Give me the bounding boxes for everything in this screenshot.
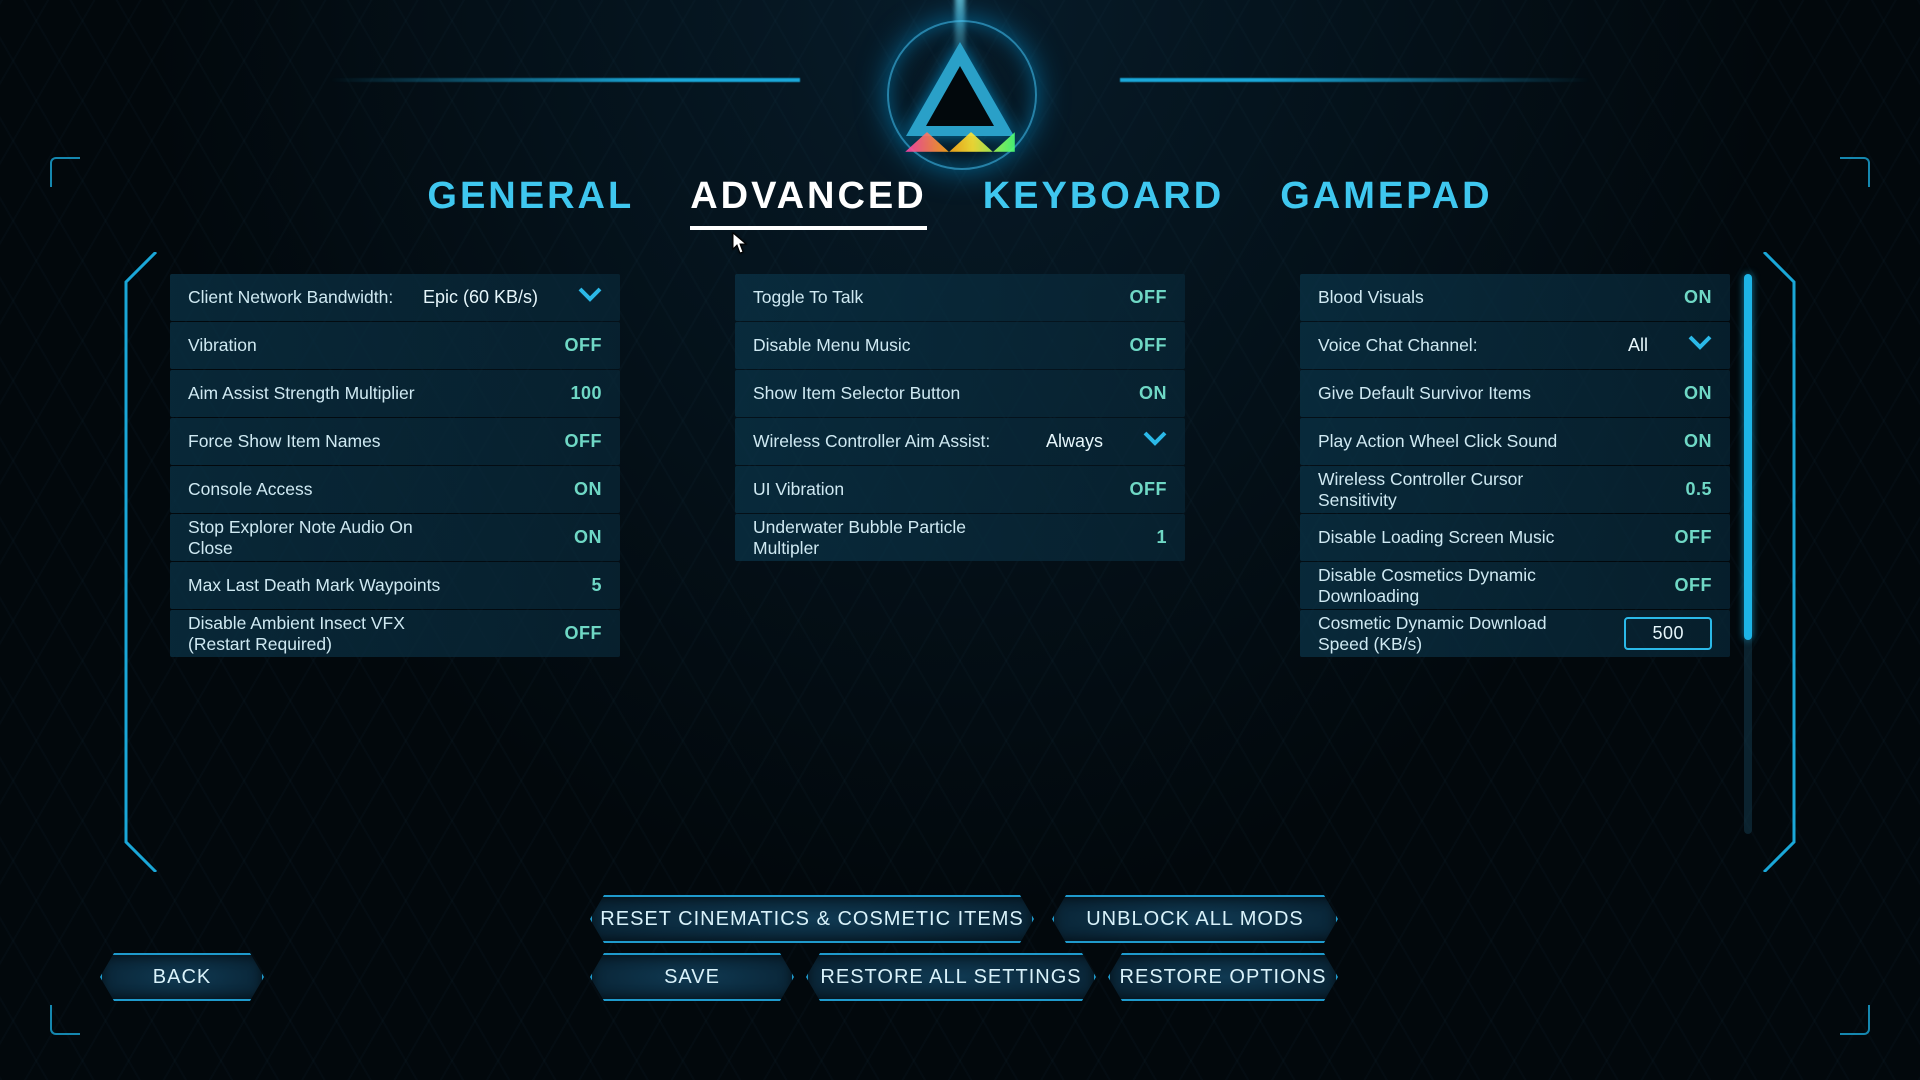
setting-wireless-aim-assist[interactable]: Wireless Controller Aim Assist: Always [735, 418, 1185, 465]
setting-value: 100 [570, 383, 602, 404]
setting-disable-menu-music[interactable]: Disable Menu Music OFF [735, 322, 1185, 369]
dropdown-value: Always [1046, 431, 1103, 452]
frame-bracket-left [116, 252, 176, 877]
setting-label: Play Action Wheel Click Sound [1318, 431, 1557, 451]
setting-value: OFF [1675, 575, 1713, 596]
settings-column-middle: Toggle To Talk OFF Disable Menu Music OF… [735, 274, 1185, 658]
dropdown-value: All [1628, 335, 1648, 356]
setting-value: OFF [565, 623, 603, 644]
setting-disable-loading-music[interactable]: Disable Loading Screen Music OFF [1300, 514, 1730, 561]
setting-value: ON [1684, 431, 1712, 452]
setting-label: Client Network Bandwidth: [188, 287, 393, 307]
setting-label: Toggle To Talk [753, 287, 863, 307]
setting-vibration[interactable]: Vibration OFF [170, 322, 620, 369]
settings-column-right: Blood Visuals ON Voice Chat Channel: All… [1300, 274, 1750, 658]
setting-label: Max Last Death Mark Waypoints [188, 575, 440, 595]
tab-general[interactable]: GENERAL [427, 175, 634, 230]
setting-bubble-multiplier[interactable]: Underwater Bubble Particle Multipler 1 [735, 514, 1185, 561]
setting-disable-insect-vfx[interactable]: Disable Ambient Insect VFX (Restart Requ… [170, 610, 620, 657]
setting-label: Console Access [188, 479, 313, 499]
setting-label: Disable Cosmetics Dynamic Downloading [1318, 565, 1562, 605]
setting-voice-chat-channel[interactable]: Voice Chat Channel: All [1300, 322, 1730, 369]
chevron-down-icon [578, 287, 602, 308]
setting-label: Disable Loading Screen Music [1318, 527, 1554, 547]
setting-disable-cosmetics-download[interactable]: Disable Cosmetics Dynamic Downloading OF… [1300, 562, 1730, 609]
chevron-down-icon [1143, 431, 1167, 452]
setting-label: Disable Ambient Insect VFX (Restart Requ… [188, 613, 445, 653]
setting-value: ON [574, 527, 602, 548]
chevron-down-icon [1688, 335, 1712, 356]
frame-corner-bl [50, 1005, 80, 1035]
setting-value: 0.5 [1685, 479, 1712, 500]
setting-value: ON [1684, 383, 1712, 404]
setting-client-bandwidth[interactable]: Client Network Bandwidth: Epic (60 KB/s) [170, 274, 620, 321]
setting-label: Give Default Survivor Items [1318, 383, 1531, 403]
frame-bracket-right [1744, 252, 1804, 877]
setting-label: Wireless Controller Cursor Sensitivity [1318, 469, 1562, 509]
setting-label: Force Show Item Names [188, 431, 381, 451]
setting-label: Blood Visuals [1318, 287, 1424, 307]
back-button[interactable]: BACK [100, 953, 264, 1001]
setting-label: Voice Chat Channel: [1318, 335, 1478, 355]
setting-value: OFF [1130, 479, 1168, 500]
setting-label: Show Item Selector Button [753, 383, 960, 403]
setting-toggle-to-talk[interactable]: Toggle To Talk OFF [735, 274, 1185, 321]
setting-action-wheel-click-sound[interactable]: Play Action Wheel Click Sound ON [1300, 418, 1730, 465]
setting-value: 5 [591, 575, 602, 596]
setting-label: Vibration [188, 335, 257, 355]
setting-value: OFF [565, 335, 603, 356]
setting-stop-explorer-note-audio[interactable]: Stop Explorer Note Audio On Close ON [170, 514, 620, 561]
settings-columns: Client Network Bandwidth: Epic (60 KB/s)… [170, 274, 1750, 658]
frame-corner-br [1840, 1005, 1870, 1035]
setting-value-input[interactable]: 500 [1624, 617, 1712, 650]
setting-max-death-waypoints[interactable]: Max Last Death Mark Waypoints 5 [170, 562, 620, 609]
restore-all-button[interactable]: RESTORE ALL SETTINGS [806, 953, 1096, 1001]
setting-label: UI Vibration [753, 479, 844, 499]
setting-value: OFF [565, 431, 603, 452]
header-accent-right [1120, 78, 1590, 82]
setting-value: ON [1139, 383, 1167, 404]
setting-label: Stop Explorer Note Audio On Close [188, 517, 445, 557]
mouse-cursor-icon [732, 232, 748, 254]
setting-force-show-item-names[interactable]: Force Show Item Names OFF [170, 418, 620, 465]
setting-label: Underwater Bubble Particle Multipler [753, 517, 1010, 557]
setting-show-item-selector[interactable]: Show Item Selector Button ON [735, 370, 1185, 417]
setting-wireless-cursor-sensitivity[interactable]: Wireless Controller Cursor Sensitivity 0… [1300, 466, 1730, 513]
setting-label: Cosmetic Dynamic Download Speed (KB/s) [1318, 613, 1562, 653]
tab-advanced[interactable]: ADVANCED [690, 175, 927, 230]
tab-keyboard[interactable]: KEYBOARD [983, 175, 1224, 230]
setting-console-access[interactable]: Console Access ON [170, 466, 620, 513]
setting-default-survivor-items[interactable]: Give Default Survivor Items ON [1300, 370, 1730, 417]
reset-cinematics-button[interactable]: RESET CINEMATICS & COSMETIC ITEMS [590, 895, 1034, 943]
setting-value: ON [574, 479, 602, 500]
setting-value: OFF [1130, 287, 1168, 308]
game-logo [875, 0, 1045, 160]
unblock-mods-button[interactable]: UNBLOCK ALL MODS [1052, 895, 1338, 943]
save-button[interactable]: SAVE [590, 953, 794, 1001]
setting-value: OFF [1675, 527, 1713, 548]
setting-value: OFF [1130, 335, 1168, 356]
settings-column-left: Client Network Bandwidth: Epic (60 KB/s)… [170, 274, 620, 658]
restore-options-button[interactable]: RESTORE OPTIONS [1108, 953, 1338, 1001]
setting-cosmetic-download-speed[interactable]: Cosmetic Dynamic Download Speed (KB/s) 5… [1300, 610, 1730, 657]
tab-gamepad[interactable]: GAMEPAD [1280, 175, 1492, 230]
setting-ui-vibration[interactable]: UI Vibration OFF [735, 466, 1185, 513]
scrollbar-thumb[interactable] [1744, 274, 1752, 640]
setting-value: 1 [1156, 527, 1167, 548]
setting-label: Aim Assist Strength Multiplier [188, 383, 415, 403]
setting-blood-visuals[interactable]: Blood Visuals ON [1300, 274, 1730, 321]
setting-label: Wireless Controller Aim Assist: [753, 431, 990, 451]
setting-value: ON [1684, 287, 1712, 308]
settings-tabs: GENERAL ADVANCED KEYBOARD GAMEPAD [0, 175, 1920, 230]
header-accent-left [330, 78, 800, 82]
setting-aim-assist-strength[interactable]: Aim Assist Strength Multiplier 100 [170, 370, 620, 417]
setting-label: Disable Menu Music [753, 335, 911, 355]
dropdown-value: Epic (60 KB/s) [423, 287, 538, 308]
